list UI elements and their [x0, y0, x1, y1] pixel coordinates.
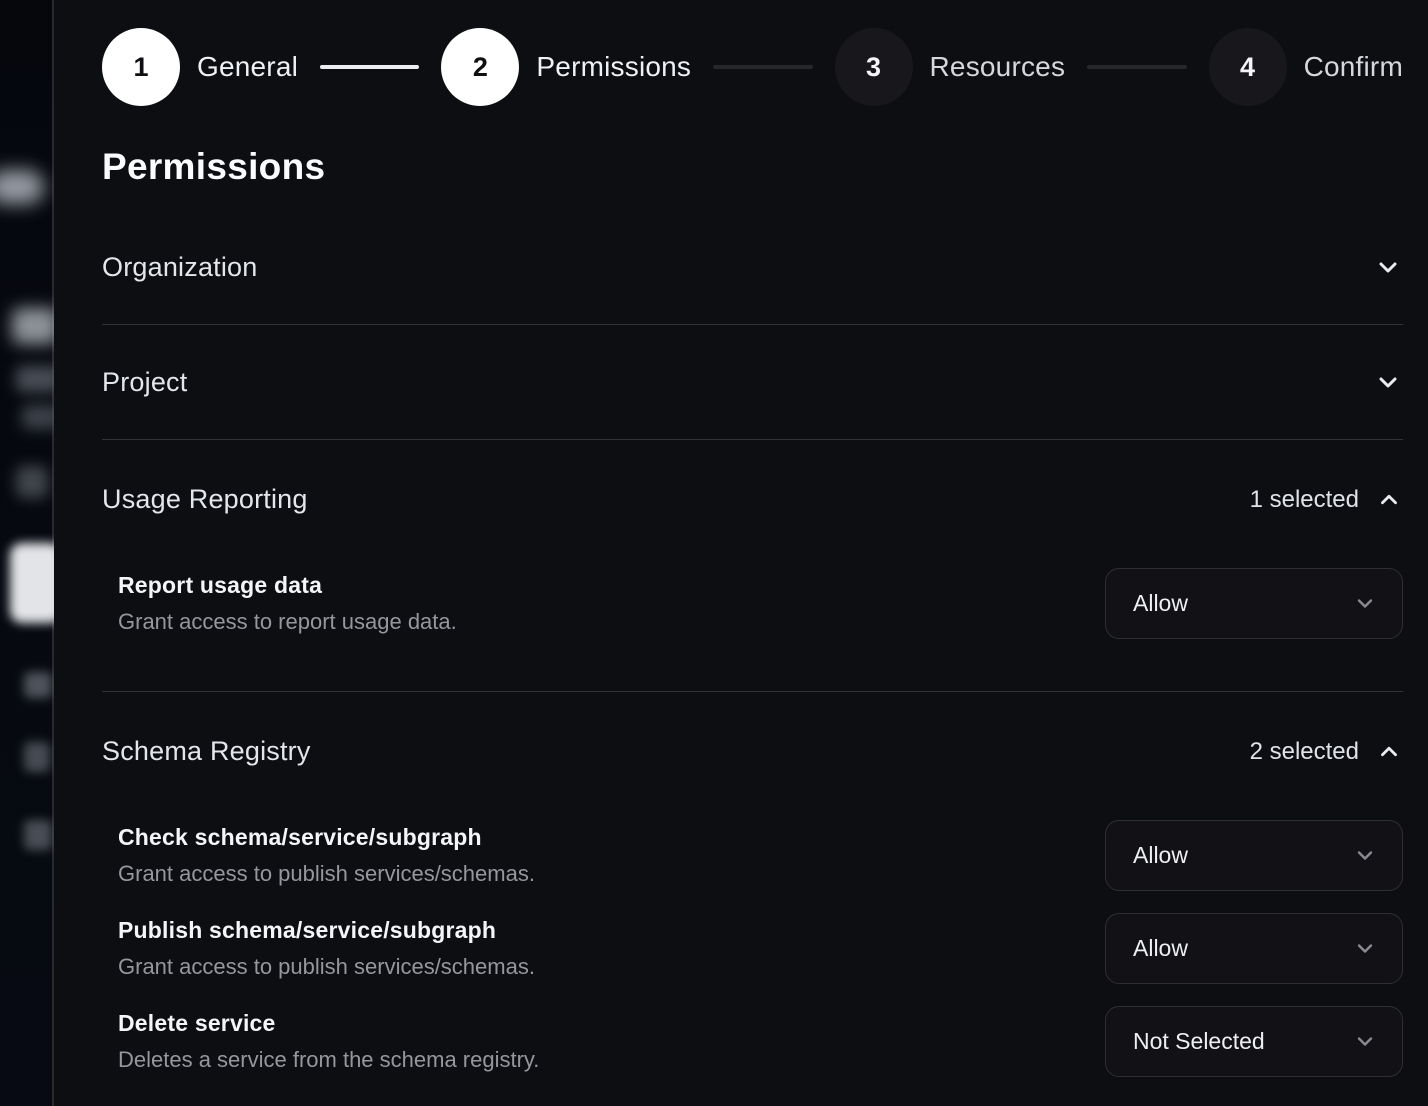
- step-number-circle: 1: [102, 28, 180, 106]
- blurred-nav-label: [24, 672, 52, 698]
- section-header[interactable]: Usage Reporting 1 selected: [102, 484, 1403, 515]
- permission-description: Grant access to publish services/schemas…: [118, 954, 535, 980]
- stepper-connector-line: [713, 65, 812, 69]
- blurred-icon: [16, 466, 48, 498]
- permission-text: Publish schema/service/subgraph Grant ac…: [118, 917, 535, 980]
- stepper-connector-line: [320, 65, 419, 69]
- chevron-down-icon: [1350, 840, 1380, 870]
- stepper-step-permissions[interactable]: 2 Permissions: [441, 28, 691, 106]
- permission-row: Delete service Deletes a service from th…: [102, 1005, 1403, 1077]
- permission-select[interactable]: Allow: [1105, 568, 1403, 639]
- chevron-up-icon: [1375, 738, 1403, 766]
- permission-text: Delete service Deletes a service from th…: [118, 1010, 539, 1073]
- chevron-down-icon: [1373, 252, 1403, 282]
- permission-section-project: Project: [102, 325, 1403, 440]
- selected-summary: 2 selected: [1250, 738, 1403, 766]
- stepper-step-resources[interactable]: 3 Resources: [835, 28, 1066, 106]
- permission-row: Report usage data Grant access to report…: [102, 567, 1403, 639]
- permission-section-schema-registry: Schema Registry 2 selected Check schema/…: [102, 692, 1403, 1106]
- stepper-step-general[interactable]: 1 General: [102, 28, 298, 106]
- section-title: Usage Reporting: [102, 484, 308, 515]
- permission-description: Grant access to report usage data.: [118, 609, 457, 635]
- select-value: Allow: [1133, 935, 1188, 962]
- step-label: General: [197, 51, 298, 83]
- permission-description: Grant access to publish services/schemas…: [118, 861, 535, 887]
- blurred-nav-label: [24, 742, 50, 772]
- permission-title: Check schema/service/subgraph: [118, 824, 535, 851]
- section-header[interactable]: Project: [102, 325, 1403, 439]
- section-title: Organization: [102, 252, 258, 283]
- select-value: Allow: [1133, 590, 1188, 617]
- selected-count: 2 selected: [1250, 738, 1359, 766]
- chevron-down-icon: [1350, 933, 1380, 963]
- step-number-circle: 3: [835, 28, 913, 106]
- permission-items: Check schema/service/subgraph Grant acce…: [102, 819, 1403, 1077]
- permission-text: Report usage data Grant access to report…: [118, 572, 457, 635]
- permission-row: Check schema/service/subgraph Grant acce…: [102, 819, 1403, 891]
- blurred-nav-pill: [0, 170, 44, 204]
- stepper-step-confirm[interactable]: 4 Confirm: [1209, 28, 1403, 106]
- step-number-circle: 2: [441, 28, 519, 106]
- selected-summary: 1 selected: [1250, 486, 1403, 514]
- blurred-heading: [12, 308, 58, 344]
- blurred-nav-label: [24, 820, 52, 850]
- chevron-down-icon: [1350, 588, 1380, 618]
- page-title: Permissions: [102, 146, 1403, 188]
- permission-select[interactable]: Allow: [1105, 820, 1403, 891]
- selected-count: 1 selected: [1250, 486, 1359, 514]
- permission-title: Publish schema/service/subgraph: [118, 917, 535, 944]
- permission-select[interactable]: Allow: [1105, 913, 1403, 984]
- background-sidebar: [0, 0, 54, 1106]
- chevron-down-icon: [1373, 367, 1403, 397]
- permission-title: Delete service: [118, 1010, 539, 1037]
- permission-section-usage-reporting: Usage Reporting 1 selected Report usage …: [102, 440, 1403, 692]
- permission-row: Publish schema/service/subgraph Grant ac…: [102, 912, 1403, 984]
- section-header[interactable]: Organization: [102, 210, 1403, 324]
- stepper-connector-line: [1087, 65, 1186, 69]
- permission-items: Report usage data Grant access to report…: [102, 567, 1403, 639]
- step-label: Resources: [930, 51, 1066, 83]
- section-title: Project: [102, 367, 187, 398]
- step-label: Confirm: [1304, 51, 1403, 83]
- chevron-down-icon: [1350, 1026, 1380, 1056]
- wizard-stepper: 1 General 2 Permissions 3 Resources 4 Co…: [102, 28, 1403, 106]
- wizard-panel: 1 General 2 Permissions 3 Resources 4 Co…: [54, 0, 1428, 1106]
- permission-sections: Organization Project Usage Reporting 1 s…: [102, 210, 1403, 1106]
- permission-select[interactable]: Not Selected: [1105, 1006, 1403, 1077]
- permission-text: Check schema/service/subgraph Grant acce…: [118, 824, 535, 887]
- permission-title: Report usage data: [118, 572, 457, 599]
- permission-section-organization: Organization: [102, 210, 1403, 325]
- step-label: Permissions: [536, 51, 691, 83]
- select-value: Allow: [1133, 842, 1188, 869]
- section-header[interactable]: Schema Registry 2 selected: [102, 736, 1403, 767]
- section-title: Schema Registry: [102, 736, 311, 767]
- permission-description: Deletes a service from the schema regist…: [118, 1047, 539, 1073]
- select-value: Not Selected: [1133, 1028, 1265, 1055]
- app-root: 1 General 2 Permissions 3 Resources 4 Co…: [0, 0, 1428, 1106]
- step-number-circle: 4: [1209, 28, 1287, 106]
- chevron-up-icon: [1375, 486, 1403, 514]
